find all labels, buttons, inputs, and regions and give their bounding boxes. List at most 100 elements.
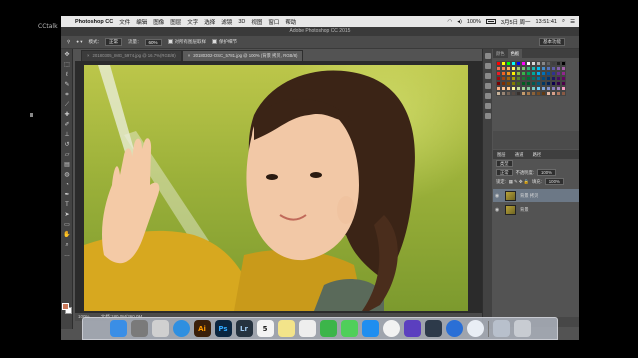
notification-center-icon[interactable]: ☰ — [570, 19, 575, 25]
foreground-color-swatch[interactable] — [62, 303, 69, 310]
tab-color[interactable]: 颜色 — [493, 49, 508, 58]
notes-icon[interactable] — [277, 320, 295, 337]
properties-panel-icon[interactable] — [484, 63, 491, 69]
menu-edit[interactable]: 编辑 — [136, 18, 147, 26]
history-brush-tool-icon[interactable]: ↺ — [62, 141, 72, 149]
menu-file[interactable]: 文件 — [119, 18, 130, 26]
downloads-icon[interactable] — [492, 320, 510, 337]
shape-tool-icon[interactable]: ▭ — [62, 221, 72, 229]
quick-select-tool-icon[interactable]: ✎ — [62, 81, 72, 89]
pen-tool-icon[interactable]: ✒ — [62, 191, 72, 199]
hand-tool-icon[interactable]: ✋ — [62, 231, 72, 239]
system-preferences-icon[interactable] — [130, 320, 148, 337]
menu-help[interactable]: 帮助 — [285, 18, 296, 26]
info-panel-icon[interactable] — [484, 103, 491, 109]
menu-window[interactable]: 窗口 — [268, 18, 279, 26]
lasso-tool-icon[interactable]: ℓ — [62, 71, 72, 79]
path-selection-tool-icon[interactable]: ➤ — [62, 211, 72, 219]
move-tool-icon[interactable]: ✥ — [62, 51, 72, 59]
brush-panel-icon[interactable] — [484, 73, 491, 79]
dodge-tool-icon[interactable]: ◔ — [62, 181, 72, 189]
menu-filter[interactable]: 滤镜 — [221, 18, 232, 26]
actions-panel-icon[interactable] — [484, 113, 491, 119]
options-bar: ⚲ ● ▾ 模式： 正常 流量： 60% 对所有图层取样 保护细节 基本功能 — [61, 36, 579, 49]
paragraph-panel-icon[interactable] — [484, 93, 491, 99]
photos-icon[interactable] — [382, 320, 400, 337]
menu-bar-clock[interactable]: 13:51:41 — [536, 19, 557, 25]
menu-view[interactable]: 视图 — [251, 18, 262, 26]
right-panels: 颜色 色板 图层 通道 路径 类型 正常 不透明度: 100% 锁定: ▦ ✎ … — [482, 49, 579, 329]
quicktime-icon[interactable] — [424, 320, 442, 337]
layer-row-background-copy[interactable]: ◉ 背景 拷贝 — [493, 189, 579, 202]
document-tab-1[interactable]: × 20180305_IMG_5974.jpg @ 16.7%(RGB/8) — [81, 50, 182, 61]
app-menu-photoshop[interactable]: Photoshop CC — [75, 19, 113, 25]
imovie-icon[interactable] — [403, 320, 421, 337]
close-tab-icon[interactable]: × — [188, 53, 191, 58]
finder-icon[interactable] — [109, 320, 127, 337]
calendar-icon[interactable]: 5 — [256, 320, 274, 337]
close-tab-icon[interactable]: × — [87, 53, 90, 58]
blend-mode-select[interactable]: 正常 — [496, 169, 513, 176]
launchpad-icon[interactable] — [151, 320, 169, 337]
battery-icon[interactable] — [485, 19, 496, 24]
layers-panel-tabs: 图层 通道 路径 — [493, 150, 579, 159]
layer-opacity-input[interactable]: 100% — [536, 169, 556, 176]
color-swatch[interactable] — [561, 91, 566, 96]
type-tool-icon[interactable]: T — [62, 201, 72, 209]
mode-select[interactable]: 正常 — [105, 38, 123, 46]
menu-layer[interactable]: 图层 — [170, 18, 181, 26]
gradient-tool-icon[interactable]: ▤ — [62, 161, 72, 169]
tab-paths[interactable]: 路径 — [529, 152, 546, 157]
lightroom-icon[interactable]: Lr — [235, 320, 253, 337]
app-store-icon[interactable] — [361, 320, 379, 337]
crop-tool-icon[interactable]: ⌗ — [62, 91, 72, 99]
blur-tool-icon[interactable]: ◍ — [62, 171, 72, 179]
menu-3d[interactable]: 3D — [238, 19, 245, 25]
character-panel-icon[interactable] — [484, 83, 491, 89]
wifi-icon[interactable]: ◠ — [447, 19, 452, 25]
spotlight-search-icon[interactable]: ⌕ — [562, 18, 565, 25]
qq-icon[interactable] — [466, 320, 484, 337]
tool-preset-icon[interactable]: ⚲ — [67, 39, 70, 45]
trash-icon[interactable] — [513, 320, 531, 337]
photoshop-icon[interactable]: Ps — [214, 320, 232, 337]
eyedropper-tool-icon[interactable]: ⟋ — [62, 101, 72, 109]
eraser-tool-icon[interactable]: ▱ — [62, 151, 72, 159]
opacity-input[interactable]: 60% — [144, 38, 162, 46]
history-panel-icon[interactable] — [484, 53, 491, 59]
menu-select[interactable]: 选择 — [204, 18, 215, 26]
brush-preset-picker[interactable]: ● ▾ — [76, 39, 82, 45]
facetime-icon[interactable] — [319, 320, 337, 337]
lock-icons[interactable]: ▦ ✎ ✥ 🔒 — [509, 179, 529, 185]
safari-icon[interactable] — [172, 320, 190, 337]
tab-channels[interactable]: 通道 — [511, 152, 528, 157]
document-tab-2[interactable]: × 20180302-OSC_5781.jpg @ 100% (背景 拷贝, RG… — [181, 50, 304, 61]
baidu-netdisk-icon[interactable] — [445, 320, 463, 337]
menu-image[interactable]: 图像 — [153, 18, 164, 26]
menu-type[interactable]: 文字 — [187, 18, 198, 26]
tab-swatches[interactable]: 色板 — [507, 49, 523, 58]
healing-brush-tool-icon[interactable]: ✚ — [62, 111, 72, 119]
tab-layers[interactable]: 图层 — [493, 152, 510, 157]
photo-canvas[interactable] — [84, 65, 468, 311]
layer-row-background[interactable]: ◉ 背景 — [493, 203, 579, 216]
volume-icon[interactable]: ◂) — [457, 19, 462, 25]
zoom-tool-icon[interactable]: ⌕ — [62, 241, 72, 249]
edit-toolbar-icon[interactable]: … — [62, 251, 72, 259]
fill-input[interactable]: 100% — [544, 178, 564, 185]
layer-kind-filter[interactable]: 类型 — [496, 160, 513, 167]
visibility-eye-icon[interactable]: ◉ — [493, 193, 501, 199]
brush-tool-icon[interactable]: ✐ — [62, 121, 72, 129]
illustrator-icon[interactable]: Ai — [193, 320, 211, 337]
marquee-tool-icon[interactable]: ⬚ — [62, 61, 72, 69]
reminders-icon[interactable] — [298, 320, 316, 337]
sample-all-layers-checkbox[interactable]: 对所有图层取样 — [167, 39, 206, 45]
fill-label: 填充: — [532, 178, 542, 184]
canvas-area[interactable] — [75, 61, 489, 313]
swatches-grid[interactable] — [496, 61, 579, 96]
protect-detail-checkbox[interactable]: 保护细节 — [212, 39, 237, 45]
clone-stamp-tool-icon[interactable]: ⊥ — [62, 131, 72, 139]
messages-icon[interactable] — [340, 320, 358, 337]
workspace-switcher[interactable]: 基本功能 — [539, 38, 565, 46]
visibility-eye-icon[interactable]: ◉ — [493, 207, 501, 213]
